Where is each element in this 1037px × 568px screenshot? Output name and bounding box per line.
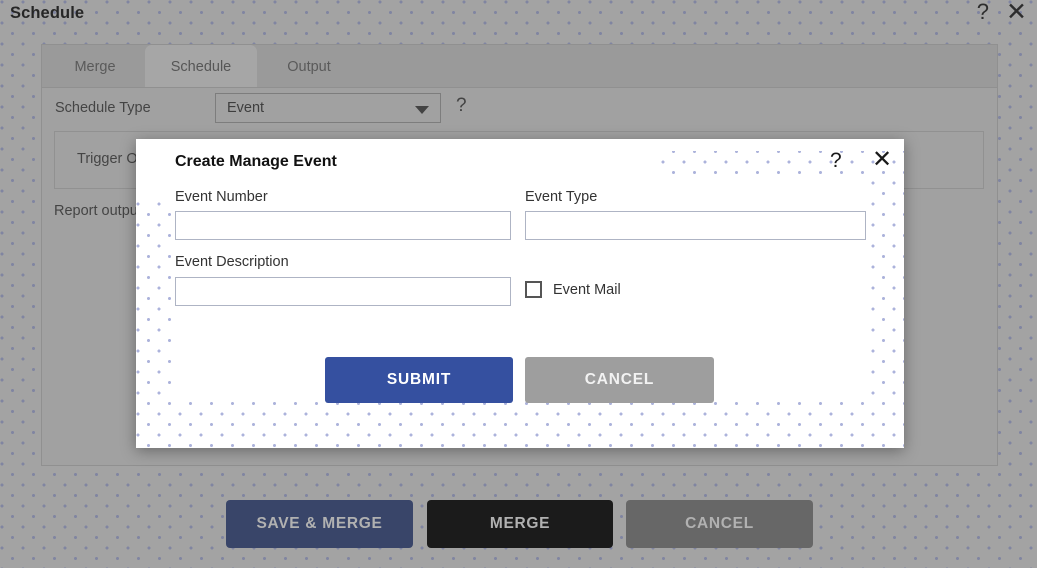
dialog-content: Create Manage Event ? ✕ Event Number Eve… — [136, 139, 904, 448]
dialog-cancel-button[interactable]: CANCEL — [525, 357, 714, 403]
dialog-help-icon[interactable]: ? — [830, 150, 842, 171]
event-description-input[interactable] — [175, 277, 511, 306]
event-description-label: Event Description — [175, 254, 289, 270]
application-root: Schedule ? ✕ Merge Schedule Output Sched… — [0, 0, 1037, 568]
event-type-label: Event Type — [525, 189, 598, 205]
event-number-label: Event Number — [175, 189, 268, 205]
dialog-title: Create Manage Event — [175, 153, 337, 170]
submit-button[interactable]: SUBMIT — [325, 357, 513, 403]
event-type-input[interactable] — [525, 211, 866, 240]
event-mail-label: Event Mail — [553, 281, 621, 298]
event-number-input[interactable] — [175, 211, 511, 240]
event-mail-checkbox[interactable] — [525, 281, 542, 298]
event-mail-checkbox-group[interactable]: Event Mail — [525, 281, 621, 298]
create-manage-event-dialog: Create Manage Event ? ✕ Event Number Eve… — [136, 139, 904, 448]
dialog-close-icon[interactable]: ✕ — [872, 148, 892, 172]
